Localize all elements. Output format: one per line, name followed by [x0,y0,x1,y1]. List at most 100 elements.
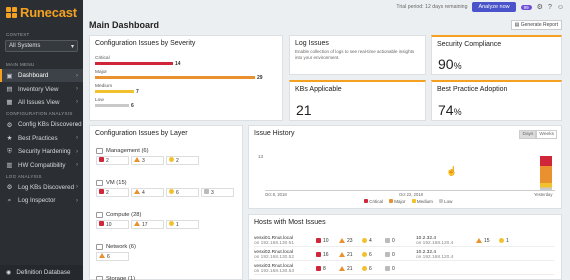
layer-name: Compute (28) [106,212,142,218]
context-label: CONTEXT [6,32,30,37]
analyze-now-button[interactable]: Analyze now [472,2,516,12]
best-practice-title: Best Practice Adoption [437,86,508,93]
layer-cell[interactable]: 3 [131,156,164,165]
chevron-right-icon: › [76,162,78,169]
host2-major: 15 [476,238,499,244]
best-practice-value: 74% [438,102,462,118]
security-compliance-card[interactable]: Security Compliance 90% [431,35,562,75]
major-icon [99,253,105,260]
layer-cell[interactable]: 17 [131,220,164,229]
sidebar-item-dashboard[interactable]: ▣ Dashboard › [0,69,83,83]
sidebar-item-best-practices[interactable]: ★ Best Practices › [0,132,83,145]
layer-cell[interactable]: 3 [201,188,234,197]
shield-icon: ⛨ [7,147,12,155]
layer-cell[interactable]: 1 [166,220,199,229]
user-icon[interactable]: ☺ [557,4,564,11]
legend-medium: Medium [411,199,433,204]
generate-report-button[interactable]: ▤ Generate Report [510,20,562,30]
sidebar-item-log-inspector[interactable]: ⌕ Log Inspector › [0,194,83,207]
issue-history-title: Issue History [254,130,295,137]
severity-title: Configuration Issues by Severity [95,40,196,47]
severity-value: 6 [131,103,134,109]
top-bar: Trial period: 12 days remaining Analyze … [83,0,570,14]
kbs-applicable-card[interactable]: KBs Applicable 21 [289,80,426,121]
x-tick-1: Oct 8, 2018 [265,192,287,197]
context-value: All Systems [9,43,41,49]
severity-value: 29 [257,75,263,81]
layer-cell[interactable]: 2 [96,188,129,197]
context-select[interactable]: All Systems ▾ [5,40,78,52]
generate-report-label: Generate Report [520,22,558,28]
layer-cell[interactable]: 2 [166,156,199,165]
layer-row[interactable]: Network (6) 6 [96,244,238,261]
layer-icon [96,244,103,250]
page-title: Main Dashboard [89,20,160,30]
layer-name: Management (6) [106,148,149,154]
sidebar-item-log-kb[interactable]: ⚙ Log KBs Discovered › [0,181,83,194]
sidebar-item-hw[interactable]: ▥ HW Compatibility › [0,158,83,171]
layer-row[interactable]: VM (15) 2 4 6 3 [96,180,238,197]
major-icon [134,157,140,164]
layer-cell[interactable]: 4 [131,188,164,197]
hosts-title: Hosts with Most Issues [254,219,326,226]
critical-icon [99,189,104,196]
sidebar-item-label: Best Practices [18,134,58,142]
chevron-right-icon: › [76,86,78,93]
layer-cell[interactable]: 10 [96,220,129,229]
help-icon[interactable]: ? [548,4,552,11]
critical-icon [99,157,104,164]
log-issues-text: Enable collection of logs to see real-ti… [295,49,415,60]
log-issues-title: Log Issues [295,40,329,47]
layer-row[interactable]: Compute (28) 10 17 1 [96,212,238,229]
sidebar-item-inventory[interactable]: ▤ Inventory View › [0,82,83,95]
tab-weeks[interactable]: Weeks [536,130,557,139]
tab-days[interactable]: Days [519,130,537,139]
layer-cell[interactable]: 2 [96,156,129,165]
definition-database-label: Definition Database [16,269,71,276]
issues-icon: ▦ [6,99,13,107]
hosts-card: Hosts with Most Issues vesxi01.Rnut.loca… [248,214,562,280]
log-analysis-label: LOG ANALYSIS [6,173,42,179]
notification-badge[interactable]: 99 [520,4,532,10]
kbs-value: 21 [296,102,312,118]
sidebar: Runecast CONTEXT All Systems ▾ MAIN MENU… [0,0,83,280]
trial-text: Trial period: 12 days remaining [396,4,468,10]
cursor-icon: ☝ [446,166,458,176]
settings-icon[interactable]: ⚙ [537,3,543,11]
layer-cell[interactable]: 6 [96,252,129,261]
sidebar-item-label: Inventory View [18,85,59,93]
definition-database-item[interactable]: ◉ Definition Database [0,265,83,280]
legend-low: Low [438,199,452,204]
host2-medium: 1 [499,238,522,244]
host-major: 23 [339,238,362,244]
host-medium: 4 [362,238,385,244]
table-row[interactable]: vesxi03.Rnut.local on 192.168.130.53 8 21 6 0 [254,263,554,275]
table-row[interactable]: vesxi01.Rnut.local on 192.168.130.51 10 23 4… [254,235,554,247]
legend-major: Major [389,199,406,204]
sidebar-item-label: HW Compatibility [18,161,66,169]
best-practice-card[interactable]: Best Practice Adoption 74% [431,80,562,121]
main-menu-label: MAIN MENU [6,62,35,67]
chevron-right-icon: › [76,99,78,106]
table-row[interactable]: vesxi02.Rnut.local on 192.168.130.52 16 21 6… [254,249,554,261]
chevron-right-icon: › [76,148,78,155]
medium-icon [169,221,174,228]
dashboard-icon: ▣ [6,72,13,80]
severity-bar [95,76,255,79]
critical-icon [99,221,104,228]
runecast-logo[interactable]: Runecast [0,0,83,24]
yesterday-bar[interactable] [540,156,552,190]
layer-cell[interactable]: 6 [166,188,199,197]
layer-row[interactable]: Management (6) 2 3 2 [96,148,238,165]
host-low: 0 [385,238,408,244]
sidebar-item-issues[interactable]: ▦ All Issues View › [0,96,83,109]
layer-row[interactable]: Storage (1) [96,276,238,280]
kb-icon: ⚙ [6,121,13,129]
sidebar-item-shield[interactable]: ⛨ Security Hardening › [0,145,83,158]
sidebar-item-kb[interactable]: ⚙ Config KBs Discovered › [0,118,83,131]
severity-value: 7 [136,89,139,95]
chevron-right-icon: › [76,121,78,128]
x-tick-2: Oct 22, 2018 [399,192,423,197]
chevron-right-icon: › [76,197,78,204]
log-kb-icon: ⚙ [6,184,13,192]
